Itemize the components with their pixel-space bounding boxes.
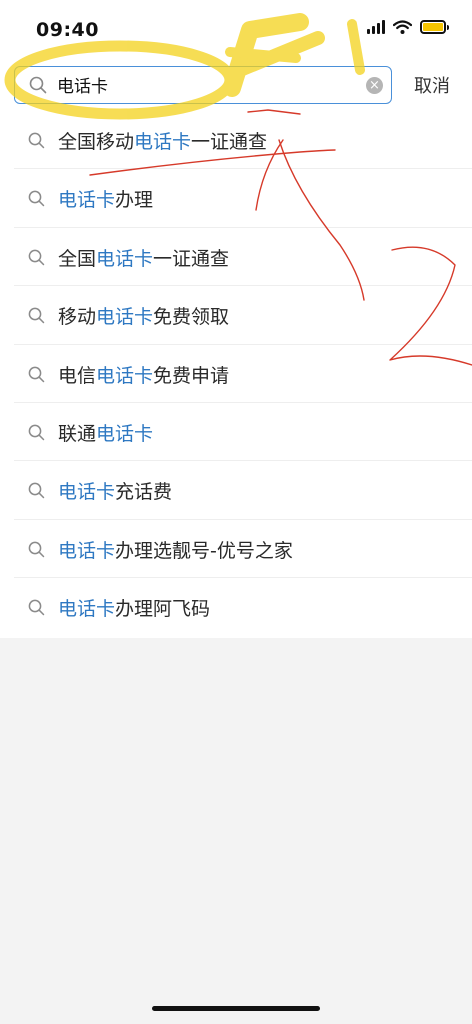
status-icons <box>367 20 449 34</box>
suggestion-prefix: 移动 <box>58 306 97 329</box>
suggestion-highlight: 电话卡 <box>134 131 192 153</box>
suggestion-suffix: 一证通查 <box>153 247 230 270</box>
suggestion-text: 全国移动电话卡一证通查 <box>58 127 267 154</box>
suggestion-highlight: 电话卡 <box>96 247 154 270</box>
suggestion-suffix: 办理 <box>115 189 154 212</box>
search-icon <box>28 249 45 266</box>
search-icon <box>28 366 45 382</box>
search-icon <box>28 541 45 557</box>
suggestion-suffix: 免费领取 <box>153 306 230 329</box>
search-icon <box>28 132 45 149</box>
suggestion-text: 电话卡充话费 <box>58 477 172 504</box>
search-input[interactable] <box>57 67 357 102</box>
home-indicator[interactable] <box>152 1006 320 1011</box>
status-bar: 09:40 <box>0 0 472 56</box>
suggestion-item[interactable]: 电信电话卡免费申请 <box>14 345 472 403</box>
signal-icon <box>367 20 385 34</box>
suggestion-highlight: 电话卡 <box>58 481 116 504</box>
suggestion-text: 电话卡办理选靓号-优号之家 <box>58 536 293 563</box>
search-icon <box>28 191 45 207</box>
suggestion-highlight: 电话卡 <box>96 422 154 445</box>
suggestion-highlight: 电话卡 <box>58 189 116 212</box>
cancel-button[interactable]: 取消 <box>414 72 450 98</box>
search-icon <box>28 424 45 441</box>
suggestion-suffix: 充话费 <box>115 481 173 504</box>
search-icon <box>28 482 45 499</box>
status-time: 09:40 <box>36 19 99 41</box>
suggestion-item[interactable]: 移动电话卡免费领取 <box>14 286 472 345</box>
suggestion-text: 联通电话卡 <box>58 419 153 446</box>
suggestion-suffix: 办理选靓号-优号之家 <box>115 539 293 562</box>
battery-icon <box>420 20 449 34</box>
suggestion-item[interactable]: 电话卡办理 <box>14 169 472 228</box>
suggestion-suffix: 一证通查 <box>191 131 268 153</box>
clear-icon[interactable]: × <box>366 77 383 94</box>
suggestion-prefix: 全国 <box>58 247 97 270</box>
suggestion-text: 电信电话卡免费申请 <box>58 361 229 388</box>
suggestion-highlight: 电话卡 <box>96 306 154 329</box>
suggestion-item[interactable]: 全国电话卡一证通查 <box>14 228 472 287</box>
suggestion-prefix: 全国移动 <box>58 131 135 153</box>
suggestion-prefix: 联通 <box>58 422 97 445</box>
wifi-icon <box>393 20 412 34</box>
search-bar[interactable]: × <box>14 66 392 104</box>
suggestion-list: 全国移动电话卡一证通查 电话卡办理 全国电话卡一证通查 移动电话卡免费领取 电信电话卡免… <box>0 111 472 637</box>
suggestion-text: 移动电话卡免费领取 <box>58 302 229 329</box>
suggestion-suffix: 免费申请 <box>153 364 230 387</box>
suggestion-highlight: 电话卡 <box>58 598 116 621</box>
suggestion-item[interactable]: 全国移动电话卡一证通查 <box>14 111 472 170</box>
suggestion-highlight: 电话卡 <box>96 364 154 387</box>
suggestion-highlight: 电话卡 <box>58 539 116 562</box>
suggestion-item[interactable]: 电话卡充话费 <box>14 461 472 520</box>
search-icon <box>28 599 45 616</box>
suggestion-item[interactable]: 联通电话卡 <box>14 403 472 462</box>
search-icon <box>29 76 47 94</box>
suggestion-item[interactable]: 电话卡办理选靓号-优号之家 <box>14 520 472 579</box>
suggestion-text: 全国电话卡一证通查 <box>58 244 229 271</box>
suggestion-text: 电话卡办理阿飞码 <box>58 594 210 621</box>
suggestion-suffix: 办理阿飞码 <box>115 598 211 621</box>
search-icon <box>28 307 45 324</box>
suggestion-text: 电话卡办理 <box>58 185 153 212</box>
suggestion-prefix: 电信 <box>58 364 97 387</box>
suggestion-item[interactable]: 电话卡办理阿飞码 <box>14 578 472 636</box>
